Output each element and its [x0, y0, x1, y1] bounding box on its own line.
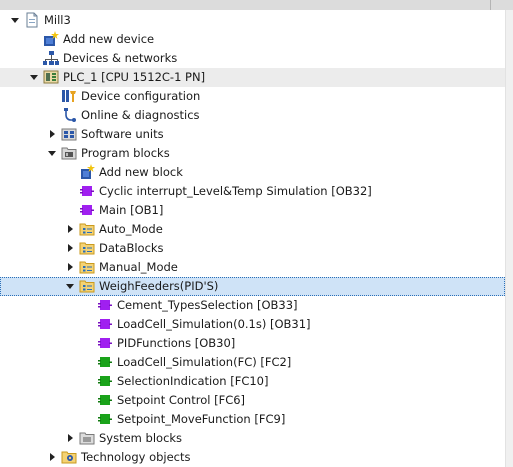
tree-item-program-blocks[interactable]: Program blocks: [0, 144, 505, 163]
tree-item-setpoint-move-function[interactable]: Setpoint_MoveFunction [FC9]: [0, 410, 505, 429]
tree-item-add-new-device[interactable]: Add new device: [0, 30, 505, 49]
tree-item-label: Auto_Mode: [99, 222, 163, 236]
tree-item-loadcell-simulation-fc[interactable]: LoadCell_Simulation(FC) [FC2]: [0, 353, 505, 372]
tree-item-label: WeighFeeders(PID'S): [99, 279, 219, 293]
tree-item-loadcell-simulation-ob[interactable]: LoadCell_Simulation(0.1s) [OB31]: [0, 315, 505, 334]
fc-block-icon: [97, 392, 113, 408]
vertical-scrollbar[interactable]: [505, 10, 513, 467]
tree-item-selection-indication[interactable]: SelectionIndication [FC10]: [0, 372, 505, 391]
tree-item-label: Software units: [81, 127, 164, 141]
triangle-right-icon[interactable]: [47, 452, 57, 462]
tree-item-system-blocks[interactable]: System blocks: [0, 429, 505, 448]
tree-item-label: PLC_1 [CPU 1512C-1 PN]: [63, 70, 206, 84]
tree-item-datablocks[interactable]: DataBlocks: [0, 239, 505, 258]
tree-item-online-diagnostics[interactable]: Online & diagnostics: [0, 106, 505, 125]
triangle-down-icon[interactable]: [10, 15, 20, 25]
ob-block-icon: [97, 316, 113, 332]
tree-item-label: System blocks: [99, 431, 183, 445]
program-blocks-folder-icon: [61, 145, 77, 161]
software-units-icon: [61, 126, 77, 142]
tree-item-label: Cement_TypesSelection [OB33]: [117, 298, 298, 312]
tree-item-label: LoadCell_Simulation(FC) [FC2]: [117, 355, 292, 369]
network-icon: [43, 50, 59, 66]
diagnostics-icon: [61, 107, 77, 123]
tree-item-devices-networks[interactable]: Devices & networks: [0, 49, 505, 68]
tree-item-setpoint-control[interactable]: Setpoint Control [FC6]: [0, 391, 505, 410]
tree-item-label: LoadCell_Simulation(0.1s) [OB31]: [117, 317, 311, 331]
tree-item-weighfeeders[interactable]: WeighFeeders(PID'S): [0, 277, 505, 296]
tree-item-pid-functions[interactable]: PIDFunctions [OB30]: [0, 334, 505, 353]
tree-item-label: Devices & networks: [63, 51, 178, 65]
triangle-right-icon[interactable]: [65, 262, 75, 272]
tree-item-cyclic-interrupt[interactable]: Cyclic interrupt_Level&Temp Simulation […: [0, 182, 505, 201]
tree-item-label: DataBlocks: [99, 241, 164, 255]
triangle-right-icon[interactable]: [65, 433, 75, 443]
fc-block-icon: [97, 411, 113, 427]
fc-block-icon: [97, 354, 113, 370]
project-file-icon: [24, 12, 40, 28]
add-block-icon: [79, 164, 95, 180]
tree-item-label: Cyclic interrupt_Level&Temp Simulation […: [99, 184, 372, 198]
tree-item-auto-mode[interactable]: Auto_Mode: [0, 220, 505, 239]
tree-item-technology-objects[interactable]: Technology objects: [0, 448, 505, 467]
tree-item-cement-types-selection[interactable]: Cement_TypesSelection [OB33]: [0, 296, 505, 315]
tree-item-main[interactable]: Main [OB1]: [0, 201, 505, 220]
triangle-right-icon[interactable]: [65, 224, 75, 234]
ob-block-icon: [97, 335, 113, 351]
tree-item-label: Setpoint Control [FC6]: [117, 393, 246, 407]
ob-block-icon: [97, 297, 113, 313]
tree-item-label: PIDFunctions [OB30]: [117, 336, 236, 350]
group-folder-icon: [79, 240, 95, 256]
fc-block-icon: [97, 373, 113, 389]
tree-item-add-new-block[interactable]: Add new block: [0, 163, 505, 182]
ob-block-icon: [79, 202, 95, 218]
technology-objects-icon: [61, 449, 77, 465]
plc-cpu-icon: [43, 69, 59, 85]
tree-item-software-units[interactable]: Software units: [0, 125, 505, 144]
tree-item-project[interactable]: Mill3: [0, 11, 505, 30]
group-folder-icon: [79, 259, 95, 275]
tree-item-label: Online & diagnostics: [81, 108, 200, 122]
group-folder-icon: [79, 221, 95, 237]
tree-item-label: SelectionIndication [FC10]: [117, 374, 269, 388]
tree-item-label: Mill3: [44, 13, 71, 27]
system-blocks-folder-icon: [79, 430, 95, 446]
tree-item-manual-mode[interactable]: Manual_Mode: [0, 258, 505, 277]
triangle-down-icon[interactable]: [29, 72, 39, 82]
triangle-right-icon[interactable]: [47, 129, 57, 139]
add-device-icon: [43, 31, 59, 47]
tree-item-label: Add new block: [99, 165, 183, 179]
tree-item-label: Manual_Mode: [99, 260, 178, 274]
tree-item-label: Program blocks: [81, 146, 170, 160]
tree-item-label: Technology objects: [81, 450, 191, 464]
ob-block-icon: [79, 183, 95, 199]
panel-header-strip: [0, 0, 513, 10]
tree-item-label: Main [OB1]: [99, 203, 164, 217]
triangle-down-icon[interactable]: [47, 148, 57, 158]
triangle-down-icon[interactable]: [65, 281, 75, 291]
triangle-right-icon[interactable]: [65, 243, 75, 253]
group-folder-icon: [79, 278, 95, 294]
tree-item-label: Device configuration: [81, 89, 201, 103]
tree-item-plc[interactable]: PLC_1 [CPU 1512C-1 PN]: [0, 68, 505, 87]
header-divider: [490, 0, 491, 10]
tree-item-label: Add new device: [63, 32, 155, 46]
device-config-icon: [61, 88, 77, 104]
tree-item-label: Setpoint_MoveFunction [FC9]: [117, 412, 286, 426]
tree-item-device-configuration[interactable]: Device configuration: [0, 87, 505, 106]
